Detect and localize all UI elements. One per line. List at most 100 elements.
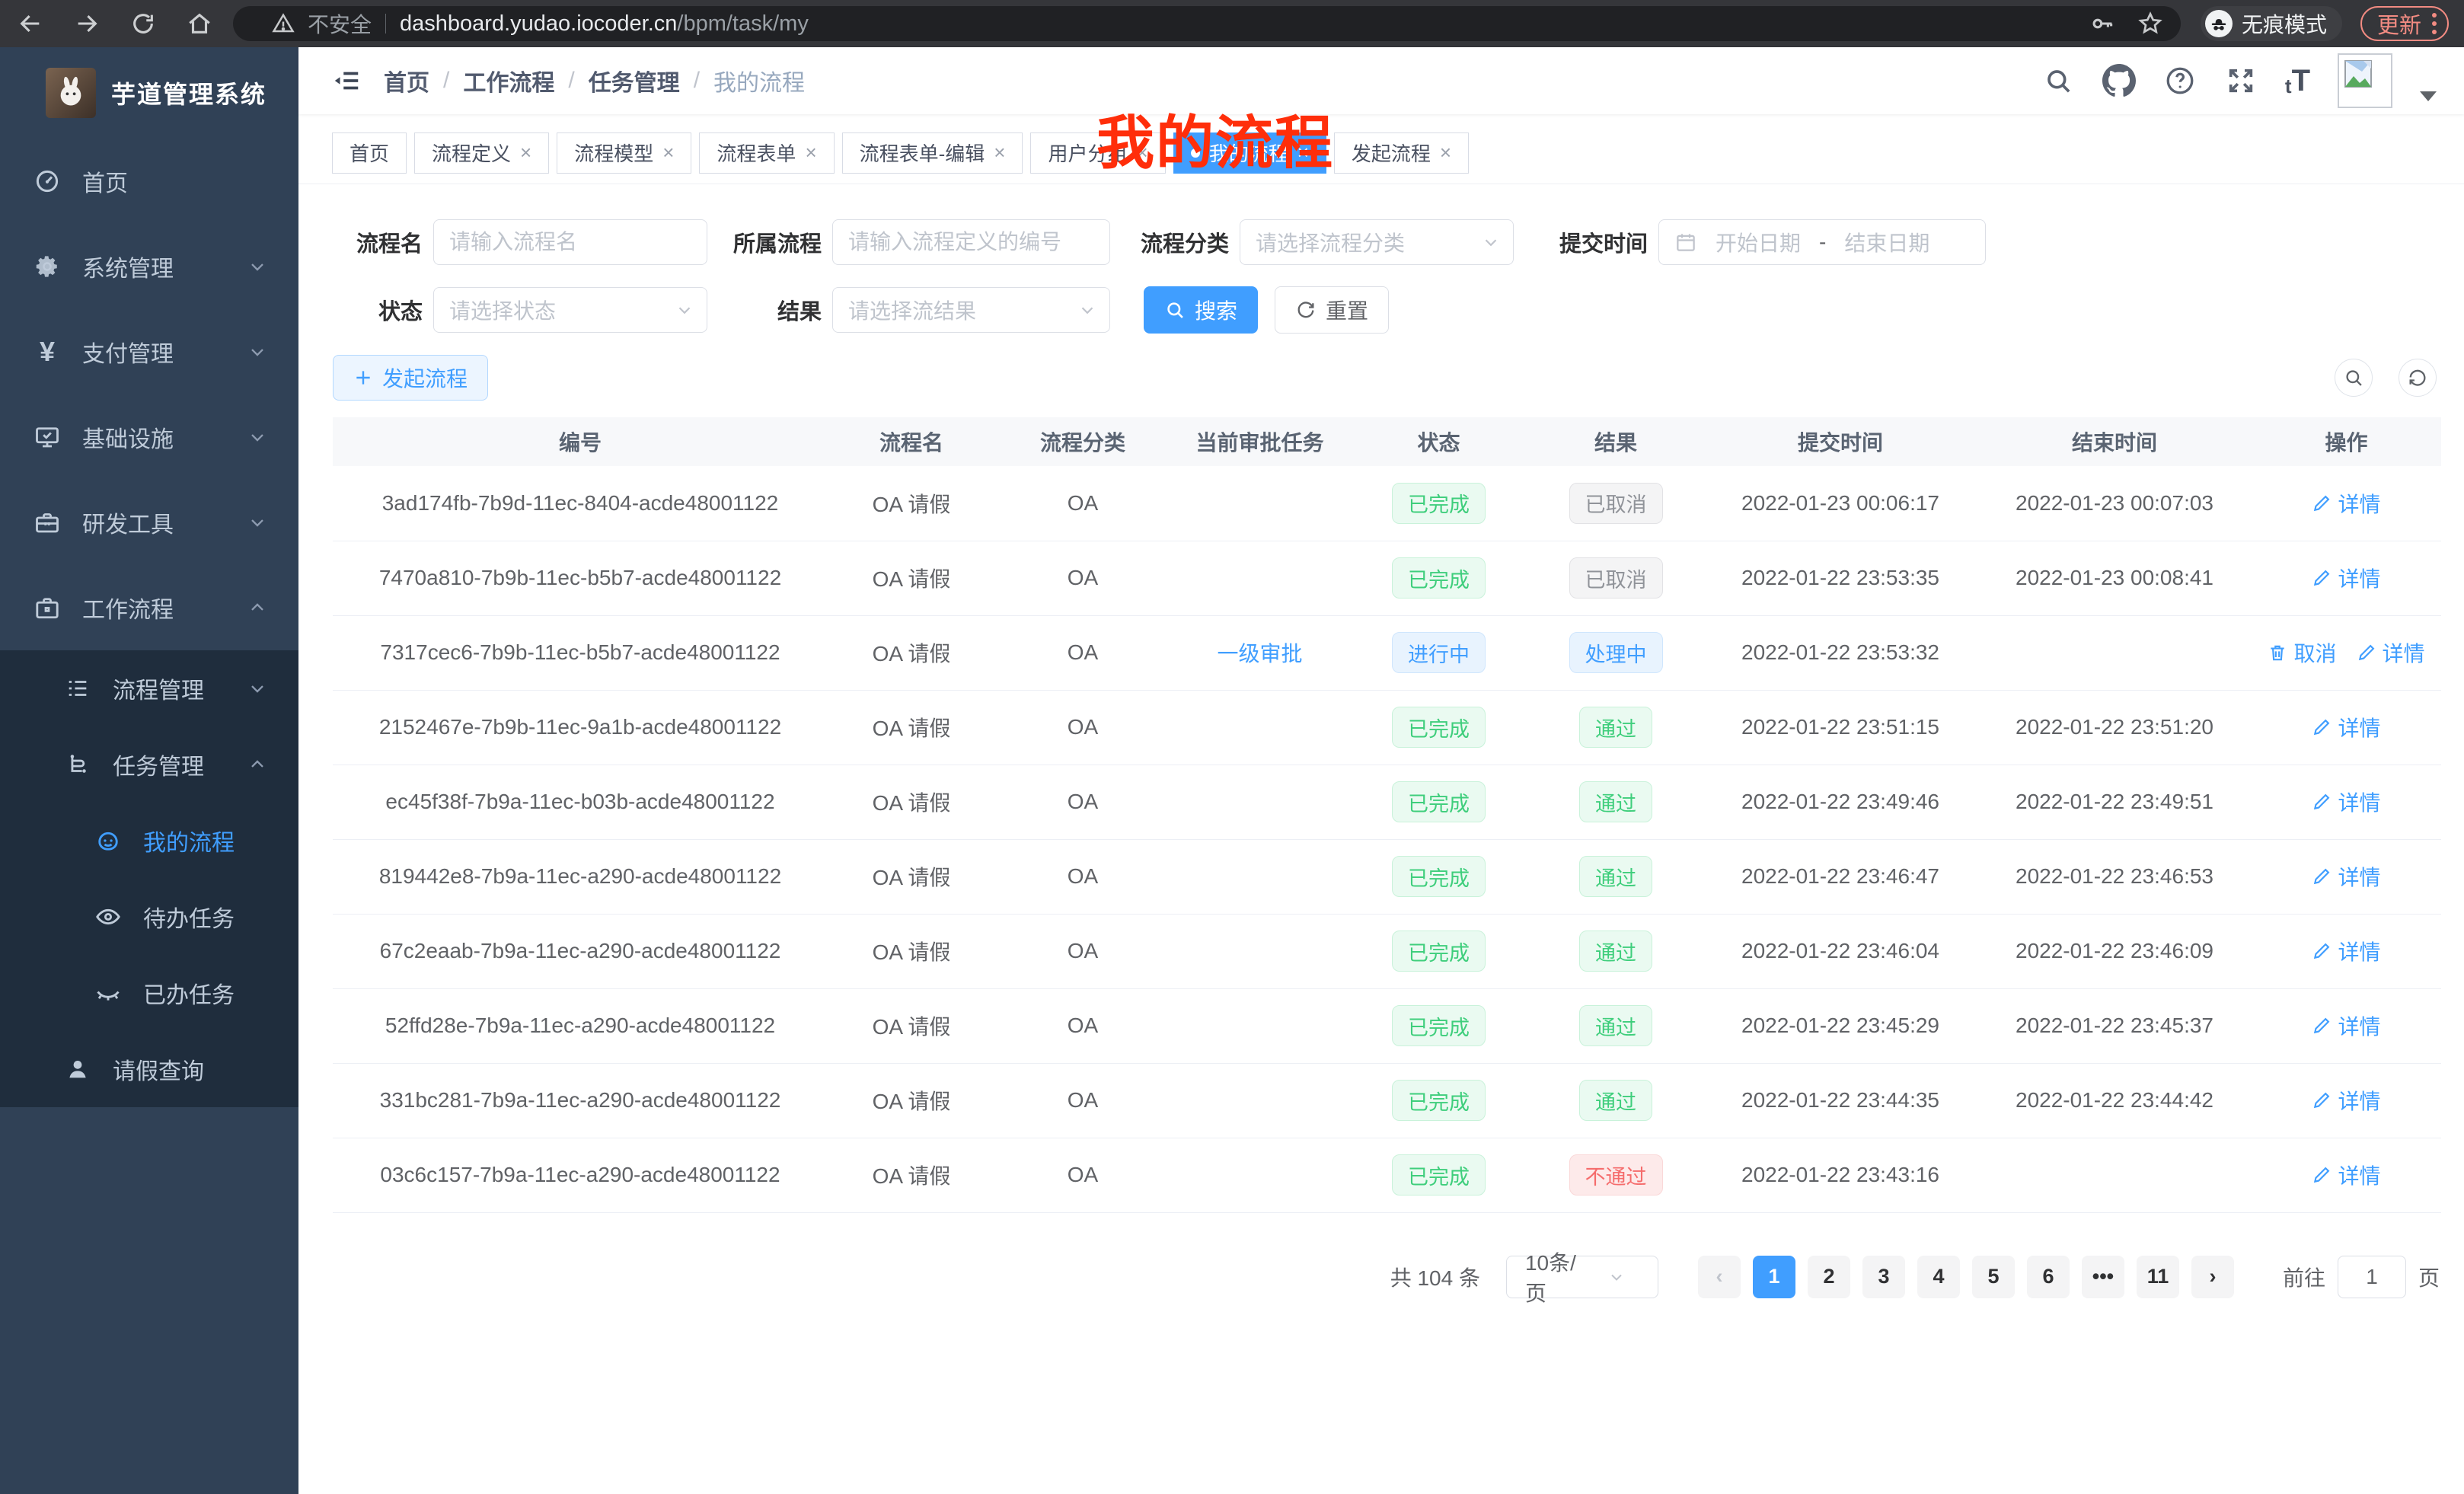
- page-button-6[interactable]: 6: [2027, 1256, 2070, 1298]
- sidebar-item-label: 研发工具: [82, 506, 174, 539]
- submit-time-range-picker[interactable]: 开始日期 - 结束日期: [1658, 219, 1986, 265]
- detail-link[interactable]: 详情: [2312, 936, 2380, 966]
- back-icon[interactable]: [15, 8, 46, 39]
- page-button-2[interactable]: 2: [1808, 1256, 1850, 1298]
- tab-process-form[interactable]: 流程表单×: [699, 132, 834, 174]
- detail-link[interactable]: 详情: [2312, 787, 2380, 817]
- tab-start-process[interactable]: 发起流程×: [1334, 132, 1469, 174]
- column-header: 结果: [1528, 417, 1703, 466]
- sidebar-item-task-mgmt[interactable]: 任务管理: [0, 726, 298, 803]
- tab-process-definition[interactable]: 流程定义×: [414, 132, 549, 174]
- update-button[interactable]: 更新: [2360, 6, 2449, 41]
- reload-icon[interactable]: [128, 8, 158, 39]
- table-row: 67c2eaab-7b9a-11ec-a290-acde48001122OA 请…: [333, 914, 2441, 988]
- tab-home[interactable]: 首页: [332, 132, 407, 174]
- start-process-button[interactable]: 发起流程: [333, 355, 488, 401]
- page-button-3[interactable]: 3: [1862, 1256, 1905, 1298]
- cell-submit-time: 2022-01-22 23:53:35: [1703, 541, 1977, 615]
- parent-process-input[interactable]: [832, 219, 1110, 265]
- result-select[interactable]: 请选择流结果: [832, 287, 1110, 333]
- tab-close-icon[interactable]: ×: [1440, 141, 1451, 164]
- page-button-4[interactable]: 4: [1917, 1256, 1960, 1298]
- chevron-down-icon: [242, 337, 273, 367]
- detail-link[interactable]: 详情: [2312, 1085, 2380, 1116]
- tab-close-icon[interactable]: ×: [994, 141, 1005, 164]
- breadcrumb-item[interactable]: 首页: [384, 64, 429, 97]
- detail-link[interactable]: 详情: [2312, 1010, 2380, 1041]
- sidebar-item-payment[interactable]: ¥支付管理: [0, 309, 298, 394]
- toggle-search-button[interactable]: [2335, 359, 2373, 397]
- cell-current-task: [1170, 765, 1349, 839]
- sidebar-item-home[interactable]: 首页: [0, 139, 298, 224]
- breadcrumb-item[interactable]: 工作流程: [463, 64, 554, 97]
- cell-process-name: OA 请假: [828, 1138, 995, 1212]
- breadcrumb-item[interactable]: 任务管理: [589, 64, 680, 97]
- cell-status: 已完成: [1349, 690, 1528, 765]
- sidebar-item-dev-tools[interactable]: 研发工具: [0, 480, 298, 565]
- github-icon[interactable]: [2102, 64, 2136, 97]
- avatar-dropdown-icon[interactable]: [2420, 91, 2437, 101]
- detail-link[interactable]: 详情: [2357, 637, 2425, 668]
- cell-category: OA: [995, 541, 1170, 615]
- cancel-link[interactable]: 取消: [2268, 637, 2336, 668]
- avatar[interactable]: [2338, 53, 2392, 108]
- goto-label: 前往: [2283, 1262, 2325, 1292]
- sidebar-item-workflow[interactable]: 工作流程: [0, 565, 298, 650]
- table-row: 3ad174fb-7b9d-11ec-8404-acde48001122OA 请…: [333, 466, 2441, 541]
- briefcase-icon: [32, 592, 62, 623]
- sidebar-item-todo-tasks[interactable]: 待办任务: [0, 879, 298, 955]
- font-size-icon[interactable]: tT: [2285, 65, 2310, 96]
- pen-icon: [2312, 941, 2332, 961]
- more-pages-button[interactable]: •••: [2082, 1256, 2124, 1298]
- detail-link[interactable]: 详情: [2312, 861, 2380, 892]
- sidebar-item-process-mgmt[interactable]: 流程管理: [0, 650, 298, 726]
- goto-page-input[interactable]: [2338, 1256, 2406, 1298]
- detail-link[interactable]: 详情: [2312, 563, 2380, 593]
- reset-button[interactable]: 重置: [1275, 286, 1389, 334]
- pen-icon: [2312, 792, 2332, 812]
- cell-id: ec45f38f-7b9a-11ec-b03b-acde48001122: [333, 765, 828, 839]
- eye-icon: [93, 902, 123, 932]
- category-select[interactable]: 请选择流程分类: [1240, 219, 1514, 265]
- table-row: 2152467e-7b9b-11ec-9a1b-acde48001122OA 请…: [333, 690, 2441, 765]
- browser-menu-icon[interactable]: [2432, 13, 2437, 34]
- current-task-link[interactable]: 一级审批: [1217, 637, 1302, 668]
- prev-page-button[interactable]: ‹: [1698, 1256, 1741, 1298]
- process-name-input[interactable]: [433, 219, 707, 265]
- sidebar-item-my-process[interactable]: 我的流程: [0, 803, 298, 879]
- bookmark-star-icon[interactable]: [2137, 10, 2164, 37]
- tab-process-model[interactable]: 流程模型×: [557, 132, 691, 174]
- forward-icon[interactable]: [72, 8, 102, 39]
- sidebar-item-leave-query[interactable]: 请假查询: [0, 1031, 298, 1107]
- tab-close-icon[interactable]: ×: [662, 141, 674, 164]
- detail-link[interactable]: 详情: [2312, 488, 2380, 519]
- page-button-5[interactable]: 5: [1972, 1256, 2015, 1298]
- help-icon[interactable]: [2163, 64, 2197, 97]
- cell-id: 2152467e-7b9b-11ec-9a1b-acde48001122: [333, 690, 828, 765]
- home-icon[interactable]: [184, 8, 215, 39]
- result-badge: 通过: [1579, 1005, 1652, 1046]
- pen-icon: [2312, 568, 2332, 588]
- cell-id: 7317cec6-7b9b-11ec-b5b7-acde48001122: [333, 615, 828, 690]
- sidebar-item-system[interactable]: 系统管理: [0, 224, 298, 309]
- fullscreen-icon[interactable]: [2224, 64, 2258, 97]
- address-bar[interactable]: 不安全 dashboard.yudao.iocoder.cn/bpm/task/…: [233, 6, 2181, 41]
- search-button[interactable]: 搜索: [1144, 286, 1258, 334]
- app-logo[interactable]: 芋道管理系统: [0, 47, 298, 139]
- sidebar-collapse-icon[interactable]: [332, 65, 362, 96]
- refresh-table-button[interactable]: [2399, 359, 2437, 397]
- page-button-1[interactable]: 1: [1753, 1256, 1795, 1298]
- key-icon[interactable]: [2089, 10, 2117, 37]
- next-page-button[interactable]: ›: [2191, 1256, 2234, 1298]
- sidebar-item-done-tasks[interactable]: 已办任务: [0, 955, 298, 1031]
- sidebar-item-infrastructure[interactable]: 基础设施: [0, 394, 298, 480]
- tab-close-icon[interactable]: ×: [520, 141, 531, 164]
- tab-close-icon[interactable]: ×: [805, 141, 816, 164]
- detail-link[interactable]: 详情: [2312, 1160, 2380, 1190]
- status-select[interactable]: 请选择状态: [433, 287, 707, 333]
- tab-process-form-edit[interactable]: 流程表单-编辑×: [842, 132, 1023, 174]
- search-icon[interactable]: [2041, 64, 2075, 97]
- page-size-select[interactable]: 10条/页: [1506, 1256, 1658, 1298]
- page-button-11[interactable]: 11: [2137, 1256, 2179, 1298]
- detail-link[interactable]: 详情: [2312, 712, 2380, 742]
